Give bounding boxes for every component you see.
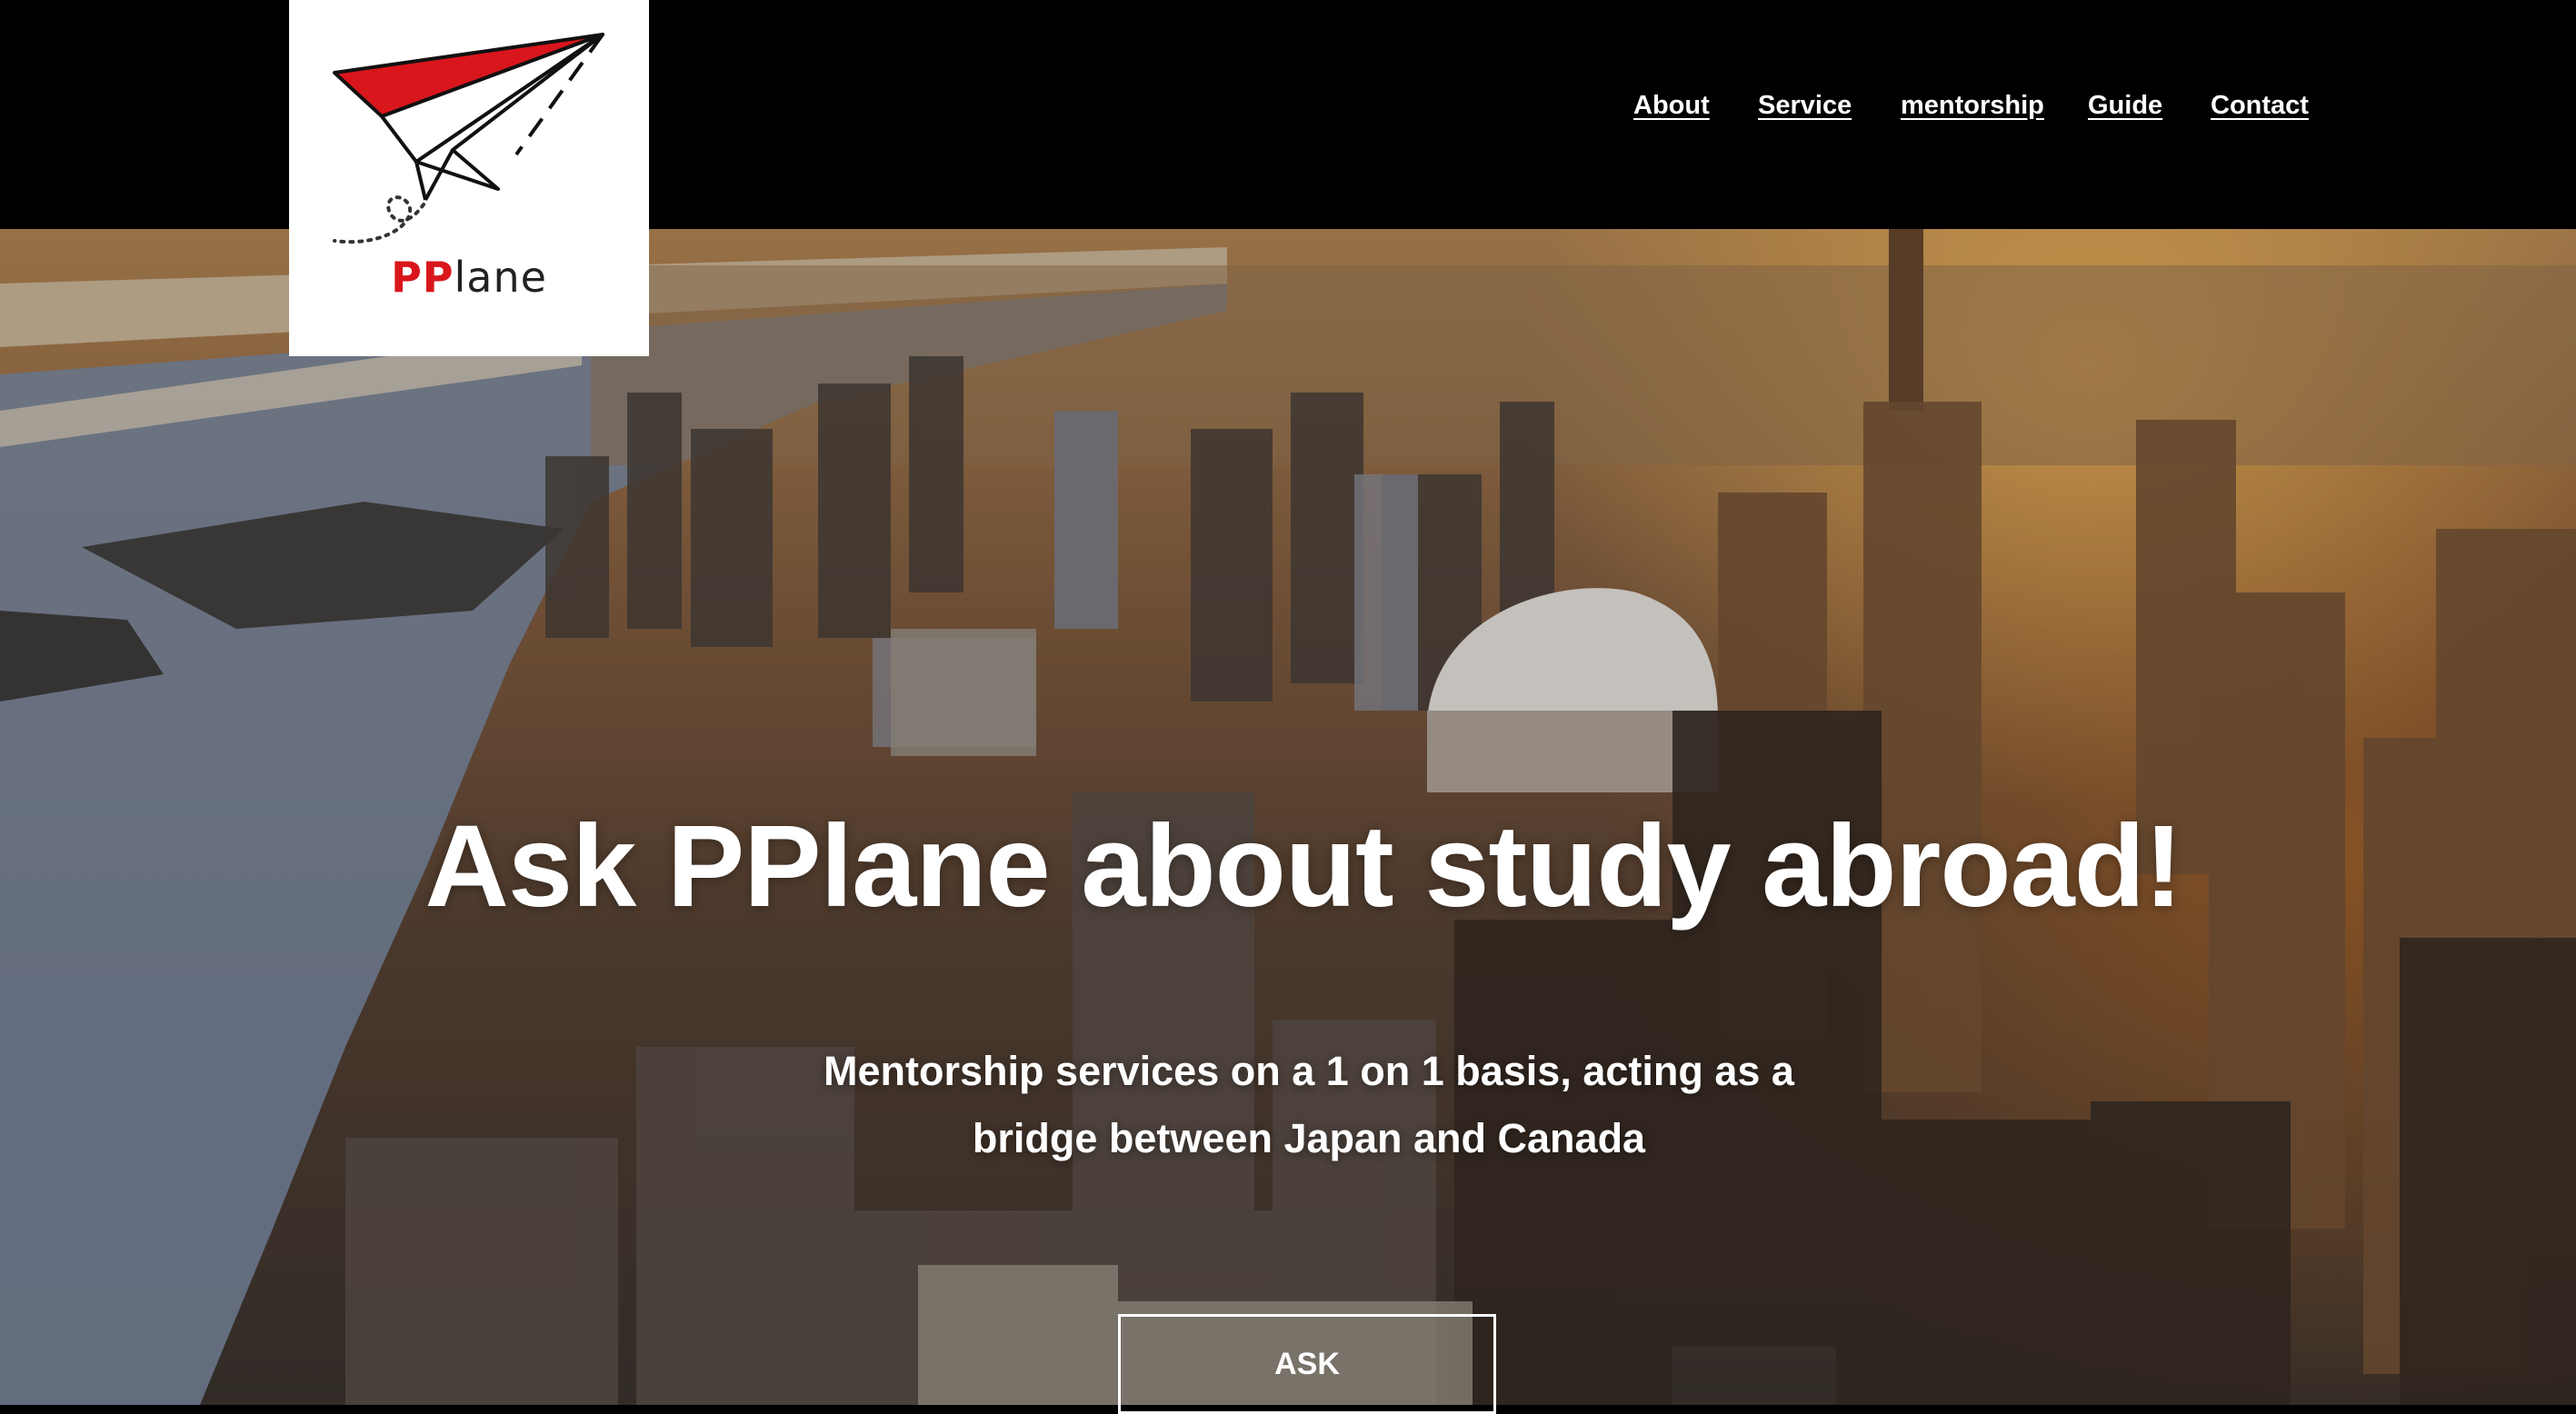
ask-button[interactable]: ASK [1118,1314,1496,1414]
brand-logo[interactable]: PPlane [289,0,649,356]
hero-headline: Ask PPlane about study abroad! [424,802,2182,931]
nav-link-guide[interactable]: Guide [2088,91,2162,121]
nav-link-contact[interactable]: Contact [2211,91,2309,121]
paper-plane-icon [333,33,604,244]
nav-link-about[interactable]: About [1633,91,1710,121]
hero-subheadline: Mentorship services on a 1 on 1 basis, a… [824,1048,1794,1161]
logo-wordmark: PPlane [391,253,547,302]
nav-link-mentorship[interactable]: mentorship [1901,91,2044,121]
nav-link-service[interactable]: Service [1758,91,1852,121]
